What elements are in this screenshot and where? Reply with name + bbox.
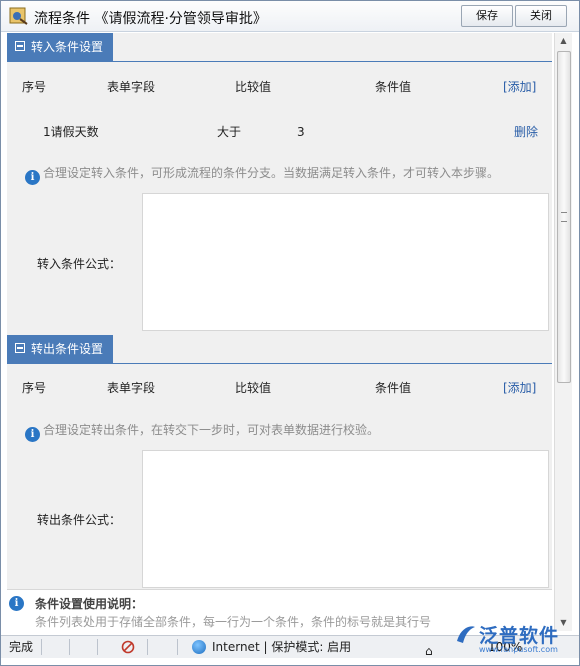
in-hint-text: 合理设定转入条件，可形成流程的条件分支。当数据满足转入条件，才可转入本步骤。: [43, 166, 500, 180]
dialog-window: 流程条件 《请假流程·分管领导审批》 保存 关闭 转入条件设置 序号 表单字段 …: [0, 0, 580, 666]
out-section-header[interactable]: 转出条件设置: [7, 335, 114, 363]
in-hint: i 合理设定转入条件，可形成流程的条件分支。当数据满足转入条件，才可转入本步骤。: [25, 163, 500, 185]
col-index: 序号: [22, 381, 47, 395]
row-field: 1请假天数: [43, 125, 99, 139]
status-done: 完成: [9, 640, 34, 654]
close-button[interactable]: 关闭: [515, 5, 567, 27]
divider: [97, 639, 98, 655]
in-formula-label: 转入条件公式：: [37, 257, 122, 271]
row-value: 3: [297, 125, 305, 139]
grip-icon: [561, 212, 567, 222]
info-icon: i: [9, 596, 24, 611]
row-delete-link[interactable]: 删除: [514, 121, 538, 143]
security-zone: Internet | 保护模式: 启用: [212, 640, 352, 654]
vertical-scrollbar[interactable]: ▲ ▼: [554, 33, 572, 631]
divider: [41, 639, 42, 655]
in-add-link[interactable]: [添加]: [503, 76, 536, 98]
divider: [147, 639, 148, 655]
col-value: 条件值: [375, 80, 412, 94]
scroll-down-icon[interactable]: ▼: [555, 615, 572, 631]
col-field: 表单字段: [107, 381, 156, 395]
collapse-icon: [15, 41, 25, 51]
save-button[interactable]: 保存: [461, 5, 513, 27]
out-table-header: 序号 表单字段 比较值 条件值 [添加]: [7, 377, 552, 399]
col-field: 表单字段: [107, 80, 156, 94]
row-compare: 大于: [217, 125, 242, 139]
divider: [177, 639, 178, 655]
out-formula-label: 转出条件公式：: [37, 513, 122, 527]
info-icon: i: [25, 427, 40, 442]
scroll-up-icon[interactable]: ▲: [555, 33, 572, 49]
col-value: 条件值: [375, 381, 412, 395]
in-section-title: 转入条件设置: [31, 40, 104, 54]
lock-icon: ⌂: [425, 644, 433, 658]
out-condition-section: 转出条件设置 序号 表单字段 比较值 条件值 [添加] i 合理设定转出条件，在转…: [7, 335, 552, 590]
in-formula-input[interactable]: [142, 193, 549, 331]
out-hint-text: 合理设定转出条件，在转交下一步时，可对表单数据进行校验。: [43, 423, 380, 437]
table-row: 1请假天数 大于 3 删除: [7, 121, 552, 143]
usage-title: 条件设置使用说明：: [35, 597, 144, 611]
col-compare: 比较值: [235, 381, 272, 395]
privacy-icon[interactable]: [121, 640, 135, 654]
col-index: 序号: [22, 80, 47, 94]
zoom-level[interactable]: 100%: [488, 636, 522, 658]
collapse-icon: [15, 343, 25, 353]
globe-icon: [192, 640, 206, 654]
out-section-title: 转出条件设置: [31, 342, 104, 356]
col-compare: 比较值: [235, 80, 272, 94]
workflow-icon: [9, 7, 28, 25]
divider: [69, 639, 70, 655]
out-add-link[interactable]: [添加]: [503, 377, 536, 399]
content-area: 转入条件设置 序号 表单字段 比较值 条件值 [添加] 1请假天数 大于 3 删…: [7, 33, 552, 633]
window-title: 流程条件 《请假流程·分管领导审批》: [34, 11, 267, 27]
section-divider: [7, 61, 552, 62]
usage-notes: i 条件设置使用说明： 条件列表处用于存储全部条件，每一行为一个条件，条件的标号…: [7, 593, 552, 633]
info-icon: i: [25, 170, 40, 185]
scroll-thumb[interactable]: [557, 51, 571, 383]
status-bar: 完成 Internet | 保护模式: 启用 ⌂ 100%: [1, 635, 579, 658]
in-section-header[interactable]: 转入条件设置: [7, 33, 114, 61]
section-divider: [7, 363, 552, 364]
in-table-header: 序号 表单字段 比较值 条件值 [添加]: [7, 76, 552, 98]
out-formula-input[interactable]: [142, 450, 549, 588]
out-hint: i 合理设定转出条件，在转交下一步时，可对表单数据进行校验。: [25, 420, 380, 442]
usage-text: 条件列表处用于存储全部条件，每一行为一个条件，条件的标号就是其行号: [35, 615, 432, 629]
title-bar: 流程条件 《请假流程·分管领导审批》 保存 关闭: [1, 1, 579, 32]
in-condition-section: 转入条件设置 序号 表单字段 比较值 条件值 [添加] 1请假天数 大于 3 删…: [7, 33, 552, 336]
